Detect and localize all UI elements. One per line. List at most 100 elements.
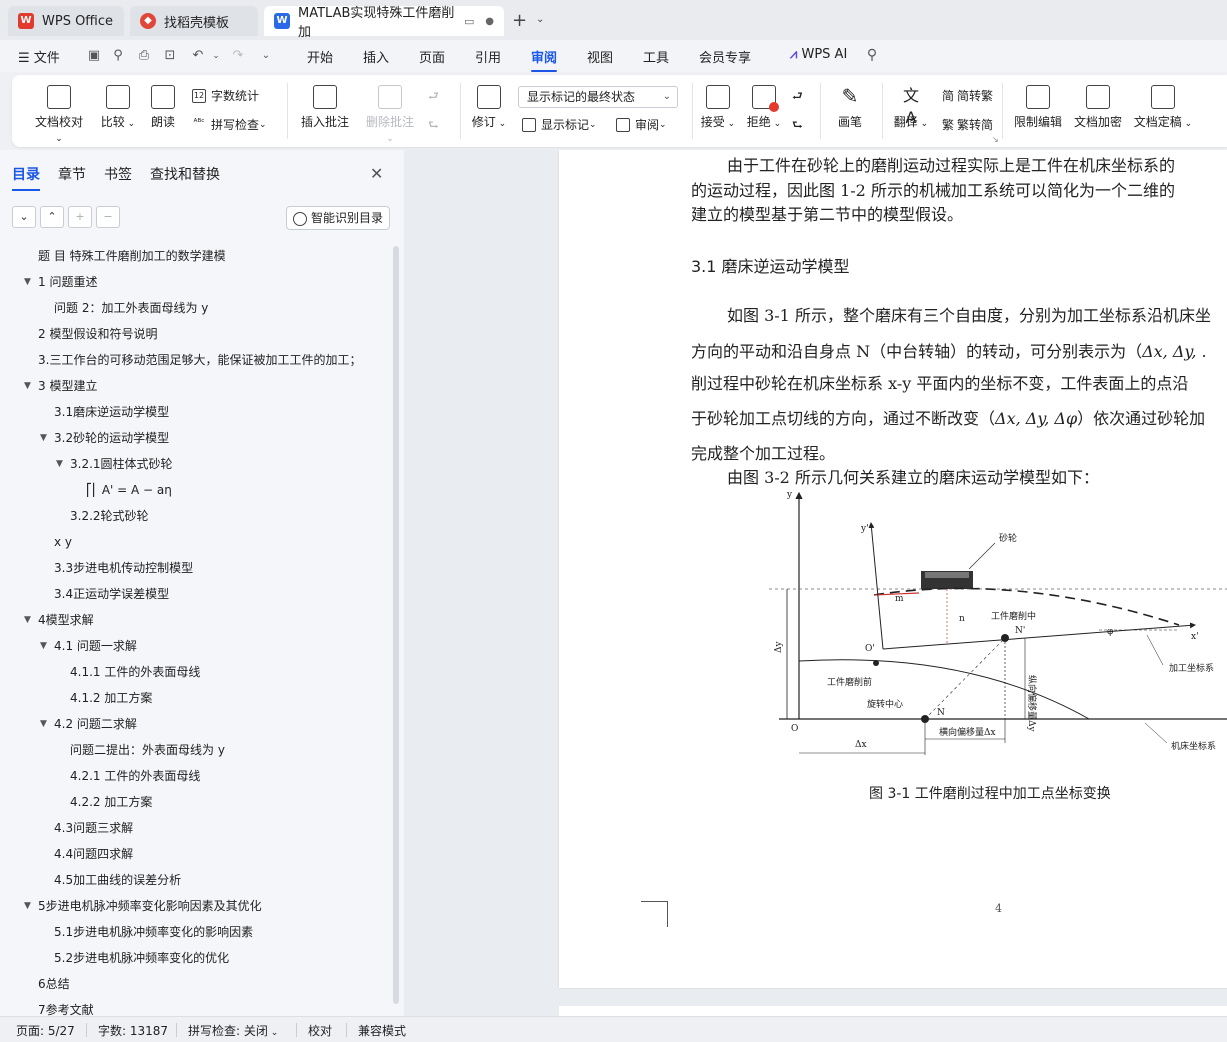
next-change-icon[interactable]: ⮑ [792, 116, 803, 137]
tab-toc[interactable]: 目录 [12, 164, 40, 191]
reject-button[interactable]: 拒绝 ⌄ [746, 85, 782, 130]
add-heading-icon[interactable]: + [68, 206, 92, 228]
toc-item[interactable]: 5.2步进电机脉冲频率变化的优化 [54, 948, 229, 968]
link-icon[interactable]: ⚲ [110, 49, 126, 63]
menu-insert[interactable]: 插入 [363, 47, 389, 66]
spell-check-status[interactable]: 拼写检查: 关闭 ⌄ [188, 1022, 278, 1039]
page-indicator[interactable]: 页面: 5/27 [16, 1022, 75, 1039]
toc-item[interactable]: 6总结 [38, 974, 70, 994]
smart-toc-button[interactable]: 智能识别目录 [286, 206, 390, 230]
toc-expand-arrow-icon[interactable]: ▼ [24, 272, 31, 292]
read-aloud-button[interactable]: 朗读 [148, 85, 178, 130]
tab-find-replace[interactable]: 查找和替换 [150, 164, 220, 184]
toc-expand-arrow-icon[interactable]: ▼ [40, 636, 47, 656]
search-icon[interactable]: ⚲ [864, 48, 880, 62]
tab-close-icon[interactable]: ● [485, 16, 494, 27]
menu-wps-ai[interactable]: ⩘ WPS AI [790, 47, 847, 62]
markup-mode-select[interactable]: 显示标记的最终状态 ⌄ [518, 86, 678, 108]
toc-item[interactable]: 4.3问题三求解 [54, 818, 133, 838]
toc-item[interactable]: 4.5加工曲线的误差分析 [54, 870, 181, 890]
toc-item[interactable]: 3.2.2轮式砂轮 [70, 506, 149, 526]
monitor-icon[interactable]: ▭ [464, 15, 474, 28]
proof-status[interactable]: 校对 [308, 1022, 332, 1039]
tab-document[interactable]: W MATLAB实现特殊工件磨削加 ▭ ● [264, 6, 504, 40]
toc-expand-arrow-icon[interactable]: ▼ [24, 896, 31, 916]
track-changes-button[interactable]: 修订 ⌄ [470, 85, 508, 130]
menu-membership[interactable]: 会员专享 [699, 47, 751, 66]
undo-dropdown-icon[interactable]: ⌄ [208, 49, 224, 63]
menu-references[interactable]: 引用 [475, 47, 501, 66]
toc-item[interactable]: 5步进电机脉冲频率变化影响因素及其优化 [38, 896, 262, 916]
print-icon[interactable]: ⎙ [136, 49, 152, 63]
toc-item[interactable]: 题 目 特殊工件磨削加工的数学建模 [38, 246, 226, 266]
toc-item[interactable]: 4.2.1 工件的外表面母线 [70, 766, 200, 786]
compare-button[interactable]: 比较 ⌄ [98, 85, 138, 130]
toc-item[interactable]: 4.1 问题一求解 [54, 636, 137, 656]
toc-item[interactable]: 4.2.2 加工方案 [70, 792, 152, 812]
encrypt-button[interactable]: 文档加密 [1072, 85, 1124, 130]
to-traditional-button[interactable]: 简简转繁 [942, 87, 993, 104]
to-simplified-button[interactable]: 繁繁转简 [942, 116, 993, 133]
toc-scrollbar[interactable] [393, 246, 399, 1004]
tab-bookmarks[interactable]: 书签 [104, 164, 132, 184]
print-preview-icon[interactable]: ⊡ [162, 49, 178, 63]
tab-template[interactable]: ◆ 找稻壳模板 [130, 6, 258, 36]
more-chevron-icon[interactable]: ⌄ [258, 49, 274, 63]
toc-item[interactable]: 1 问题重述 [38, 272, 97, 292]
show-markup-button[interactable]: 显示标记 ⌄ [522, 116, 597, 133]
toc-item[interactable]: 4模型求解 [38, 610, 94, 630]
toc-item[interactable]: 3.1磨床逆运动学模型 [54, 402, 169, 422]
expand-down-icon[interactable]: ⌄ [12, 206, 36, 228]
toc-item[interactable]: ⎡⎢ A' = A − aη [86, 480, 172, 500]
toc-item[interactable]: 7参考文献 [38, 1000, 94, 1016]
menu-file[interactable]: ☰ 文件 [18, 47, 60, 66]
toc-item[interactable]: 4.2 问题二求解 [54, 714, 137, 734]
pen-button[interactable]: ✎ 画笔 [832, 85, 868, 130]
toc-item[interactable]: x y [54, 532, 72, 552]
word-count-indicator[interactable]: 字数: 13187 [98, 1022, 168, 1039]
dialog-launcher-icon[interactable]: ↘ [992, 135, 999, 144]
toc-item[interactable]: 3.2砂轮的运动学模型 [54, 428, 169, 448]
tab-wps-office[interactable]: W WPS Office [8, 6, 124, 36]
translate-button[interactable]: 文A 翻译 ⌄ [892, 85, 930, 130]
menu-view[interactable]: 视图 [587, 47, 613, 66]
undo-icon[interactable]: ↶ [190, 49, 206, 63]
prev-comment-icon[interactable]: ⮐ [428, 87, 439, 108]
next-comment-icon[interactable]: ⮑ [428, 116, 439, 137]
redo-icon[interactable]: ↷ [230, 49, 246, 63]
spell-check-button[interactable]: ᴬᴮᶜ 拼写检查 ⌄ [192, 116, 266, 133]
word-count-button[interactable]: 12 字数统计 [192, 87, 259, 104]
menu-home[interactable]: 开始 [307, 47, 333, 66]
menu-review[interactable]: 审阅 [531, 47, 558, 72]
doc-proofread-button[interactable]: 文档校对 ⌄ [30, 85, 88, 144]
close-icon[interactable]: ✕ [370, 164, 383, 183]
accept-button[interactable]: 接受 ⌄ [700, 85, 736, 130]
toc-expand-arrow-icon[interactable]: ▼ [24, 376, 31, 396]
toc-expand-arrow-icon[interactable]: ▼ [56, 454, 63, 474]
save-icon[interactable]: ▣ [86, 49, 102, 63]
toc-expand-arrow-icon[interactable]: ▼ [40, 428, 47, 448]
finalize-button[interactable]: 文档定稿 ⌄ [1132, 85, 1194, 130]
remove-heading-icon[interactable]: − [96, 206, 120, 228]
toc-item[interactable]: 3 模型建立 [38, 376, 97, 396]
restrict-editing-button[interactable]: 限制编辑 [1012, 85, 1064, 130]
toc-item[interactable]: 3.2.1圆柱体式砂轮 [70, 454, 173, 474]
toc-item[interactable]: 5.1步进电机脉冲频率变化的影响因素 [54, 922, 253, 942]
toc-item[interactable]: 2 模型假设和符号说明 [38, 324, 157, 344]
toc-item[interactable]: 4.1.1 工件的外表面母线 [70, 662, 200, 682]
toc-item[interactable]: 4.1.2 加工方案 [70, 688, 152, 708]
toc-item[interactable]: 问题 2：加工外表面母线为 y [54, 298, 208, 318]
toc-item[interactable]: 3.3步进电机传动控制模型 [54, 558, 193, 578]
review-pane-button[interactable]: 审阅 ⌄ [616, 116, 667, 133]
toc-item[interactable]: 4.4问题四求解 [54, 844, 133, 864]
collapse-up-icon[interactable]: ⌃ [40, 206, 64, 228]
chevron-down-icon[interactable]: ⌄ [536, 14, 544, 25]
toc-expand-arrow-icon[interactable]: ▼ [24, 610, 31, 630]
delete-comment-button[interactable]: 删除批注 ⌄ [362, 85, 418, 144]
toc-item[interactable]: 3.三工作台的可移动范围足够大，能保证被加工工件的加工； [38, 350, 361, 370]
tab-chapters[interactable]: 章节 [58, 164, 86, 184]
insert-comment-button[interactable]: 插入批注 [300, 85, 350, 130]
new-tab-icon[interactable]: + [512, 10, 527, 31]
menu-tools[interactable]: 工具 [643, 47, 669, 66]
toc-expand-arrow-icon[interactable]: ▼ [40, 714, 47, 734]
